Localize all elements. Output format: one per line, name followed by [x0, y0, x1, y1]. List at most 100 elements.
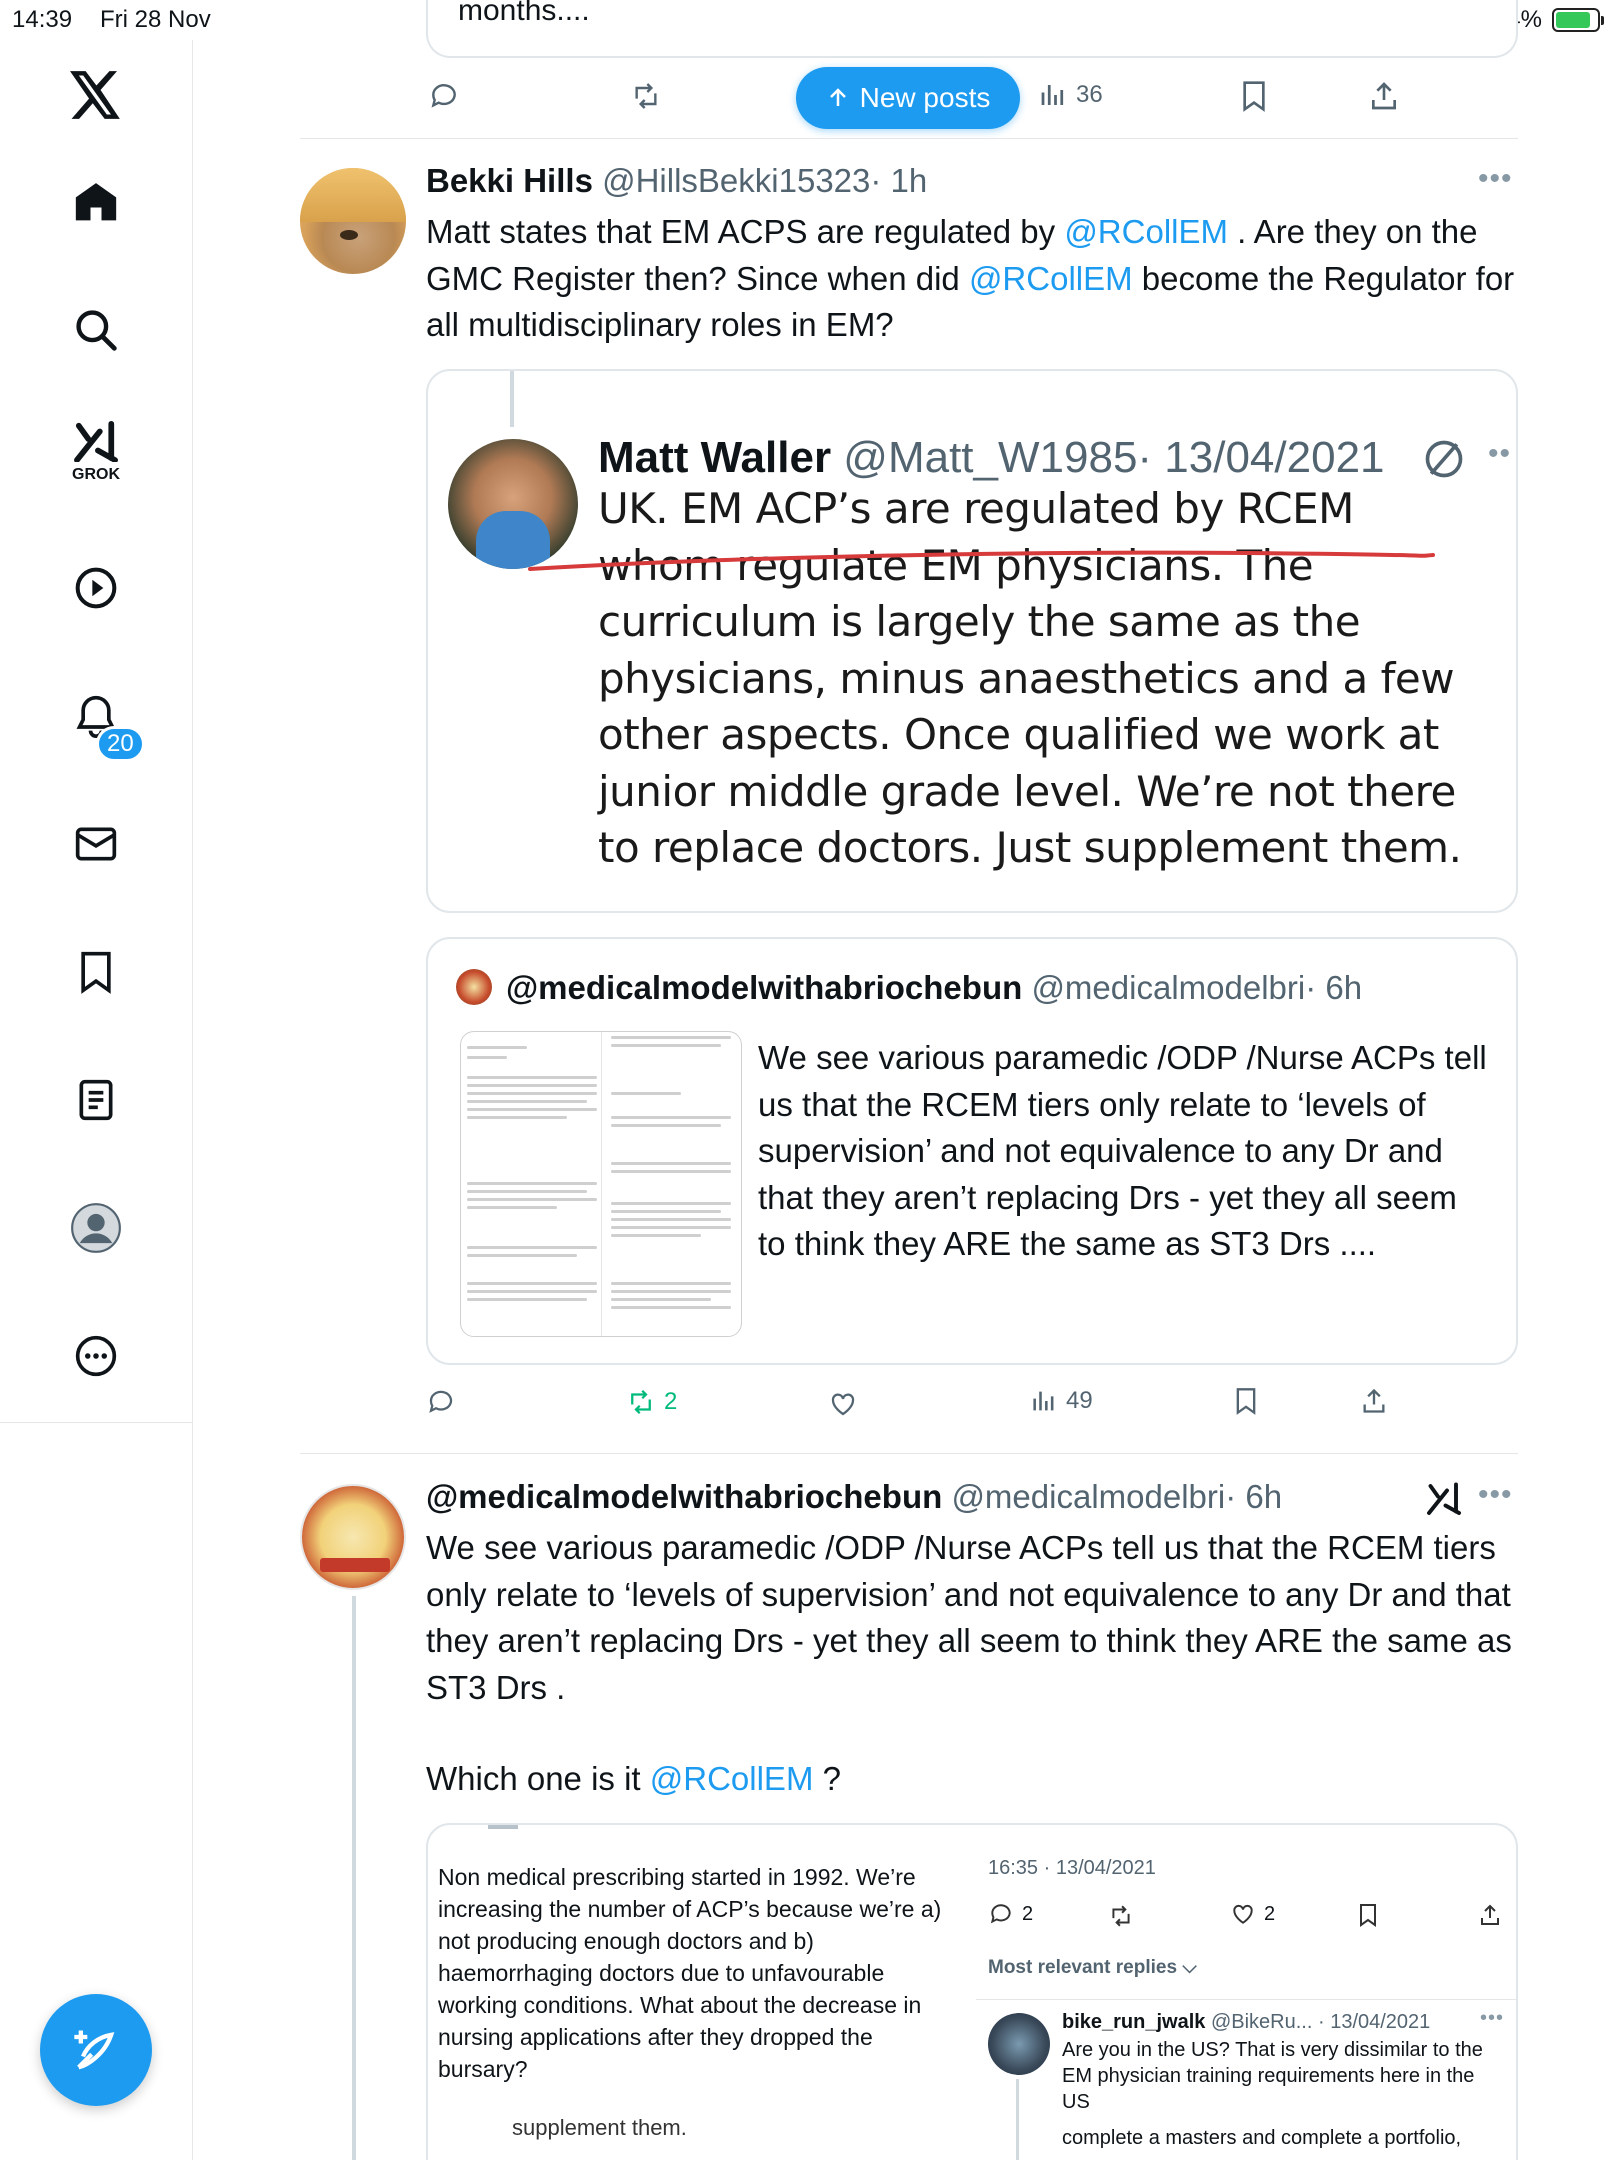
tweet1-text-a: Matt states that EM ACPS are regulated b… — [426, 213, 1065, 250]
share-icon — [1372, 82, 1396, 110]
tweet1-more-icon[interactable]: ••• — [1478, 162, 1513, 196]
embedded-reply-name: bike_run_jwalk — [1062, 2011, 1206, 2033]
quote-text: We see various paramedic /ODP /Nurse ACP… — [758, 1039, 1487, 1262]
embedded-likes-count: 2 — [1264, 1902, 1276, 1925]
video-play-icon[interactable] — [64, 556, 128, 620]
new-posts-label: New posts — [859, 82, 991, 113]
separator — [300, 1453, 1518, 1454]
compose-feather-icon — [74, 2030, 115, 2070]
bookmark-icon — [1243, 81, 1265, 112]
bookmark-icon — [1236, 1388, 1256, 1415]
tweet2-media-image[interactable]: Non medical prescribing started in 1992.… — [426, 1823, 1518, 2160]
messages-mail-icon[interactable] — [64, 812, 128, 876]
tweet2-time[interactable]: · 6h — [1225, 1478, 1282, 1515]
tweet1-bookmark-button[interactable] — [1232, 1387, 1260, 1415]
tweet2-header: @medicalmodelwithabriochebun @medicalmod… — [426, 1478, 1282, 1516]
embedded-reply-header: bike_run_jwalk @BikeRu... · 13/04/2021 — [1062, 2011, 1430, 2034]
edited-icon — [1425, 440, 1463, 478]
status-time: 14:39 — [12, 6, 73, 33]
tweet1-repost-button[interactable]: 2 — [626, 1387, 677, 1417]
tweet2-author-handle[interactable]: @medicalmodelbri — [951, 1478, 1225, 1515]
tweet1-views-count: 49 — [1066, 1387, 1093, 1414]
embedded-reply-handle: @BikeRu... — [1210, 2011, 1313, 2033]
tweet2-text2-a: Which one is it — [426, 1760, 650, 1797]
tweet1-views-button[interactable]: 49 — [1030, 1387, 1093, 1415]
tweet1-time[interactable]: · 1h — [870, 162, 927, 199]
sidebar-divider — [0, 1422, 193, 1423]
tweet1-reply-button[interactable] — [426, 1387, 456, 1417]
top-reply-button[interactable] — [428, 80, 460, 112]
quote-header: @medicalmodelwithabriochebun @medicalmod… — [506, 969, 1362, 1007]
embedded-reply-date: · 13/04/2021 — [1317, 2011, 1431, 2033]
matt-waller-header: Matt Waller @Matt_W1985· 13/04/2021 — [598, 433, 1385, 483]
top-bookmark-button[interactable] — [1238, 80, 1270, 112]
tweet1-repost-count: 2 — [664, 1388, 678, 1415]
tweet1-text: Matt states that EM ACPS are regulated b… — [426, 209, 1518, 349]
bike-run-avatar — [988, 2013, 1050, 2075]
separator — [300, 138, 1518, 139]
embedded-likes: 2 — [1230, 1901, 1275, 1927]
chevron-down-icon: ⌵ — [1182, 1957, 1197, 1978]
bekki-avatar[interactable] — [300, 168, 406, 274]
top-tweet-card[interactable]: months.... — [426, 0, 1518, 58]
grok-explain-icon[interactable] — [1426, 1480, 1462, 1516]
medicalmodel-avatar[interactable] — [300, 1484, 406, 1590]
tweet2-mention[interactable]: @RCollEM — [650, 1760, 814, 1797]
grok-icon[interactable]: GROK — [64, 420, 128, 484]
sidebar: GROK 20 — [0, 40, 193, 2160]
matt-waller-date: · 13/04/2021 — [1137, 433, 1385, 482]
embedded-most-relevant: Most relevant replies ⌵ — [988, 1957, 1197, 1979]
embedded-reply-text: Are you in the US? That is very dissimil… — [1062, 2039, 1483, 2113]
search-icon[interactable] — [64, 298, 128, 362]
quote-author-handle: @medicalmodelbri — [1031, 969, 1306, 1006]
home-icon[interactable] — [64, 170, 128, 234]
top-share-button[interactable] — [1368, 80, 1400, 112]
top-views-button[interactable]: 36 — [1038, 80, 1103, 110]
red-underline-annotation — [528, 550, 1435, 571]
embedded-left-text: Non medical prescribing started in 1992.… — [438, 1864, 942, 2082]
embedded-replies: 2 — [988, 1901, 1033, 1927]
bookmarks-icon[interactable] — [64, 940, 128, 1004]
more-options-icon[interactable] — [64, 1324, 128, 1388]
quote-time: · 6h — [1305, 969, 1363, 1006]
quote-avatar — [456, 969, 492, 1005]
tweet1-media-image[interactable]: Matt Waller @Matt_W1985· 13/04/2021 •• U… — [426, 369, 1518, 913]
thread-line — [352, 1596, 356, 2160]
tweet1-author-name[interactable]: Bekki Hills — [426, 162, 593, 199]
reply-icon — [431, 84, 456, 108]
tweet2-author-name[interactable]: @medicalmodelwithabriochebun — [426, 1478, 942, 1515]
reply-icon — [990, 1904, 1011, 1924]
tweet1-author-handle[interactable]: @HillsBekki15323 — [602, 162, 870, 199]
share-icon — [1363, 1388, 1385, 1413]
tweet2-text-2: Which one is it @RCollEM ? — [426, 1756, 1518, 1803]
embedded-reply-more-icon: ••• — [1480, 2007, 1505, 2029]
tweet1-mention-2[interactable]: @RCollEM — [969, 260, 1133, 297]
quote-author-name: @medicalmodelwithabriochebun — [506, 969, 1023, 1006]
tweet1-header: Bekki Hills @HillsBekki15323· 1h — [426, 162, 927, 200]
arrow-up-icon — [829, 88, 846, 106]
top-tweet-text: months.... — [458, 0, 590, 27]
tweet1-mention-1[interactable]: @RCollEM — [1064, 213, 1228, 250]
tweet2-text2-b: ? — [813, 1760, 841, 1797]
embedded-reply-text-2: complete a masters and complete a portfo… — [1062, 2127, 1462, 2149]
x-logo-icon[interactable] — [64, 63, 128, 127]
embedded-most-relevant-label: Most relevant replies — [988, 1957, 1178, 1978]
repost-icon — [631, 1389, 651, 1415]
views-icon — [1041, 85, 1064, 105]
lists-icon[interactable] — [64, 1068, 128, 1132]
embedded-replies-count: 2 — [1022, 1902, 1034, 1925]
tweet1-like-button[interactable] — [828, 1389, 858, 1419]
matt-waller-handle: @Matt_W1985 — [843, 433, 1138, 482]
bookmark-icon — [1360, 1904, 1376, 1927]
tweet1-quoted-post[interactable]: @medicalmodelwithabriochebun @medicalmod… — [426, 937, 1518, 1365]
top-repost-button[interactable] — [628, 80, 664, 112]
new-posts-button[interactable]: New posts — [796, 67, 1020, 129]
heart-icon — [831, 1393, 855, 1416]
tweet1-share-button[interactable] — [1360, 1387, 1388, 1415]
profile-avatar-icon[interactable] — [64, 1196, 128, 1260]
quote-screenshot-thumbnail — [460, 1031, 742, 1337]
status-date: Fri 28 Nov — [100, 6, 211, 33]
compose-post-button[interactable] — [40, 1994, 152, 2106]
tweet2-more-icon[interactable]: ••• — [1478, 1478, 1513, 1512]
heart-icon — [1233, 1904, 1253, 1924]
